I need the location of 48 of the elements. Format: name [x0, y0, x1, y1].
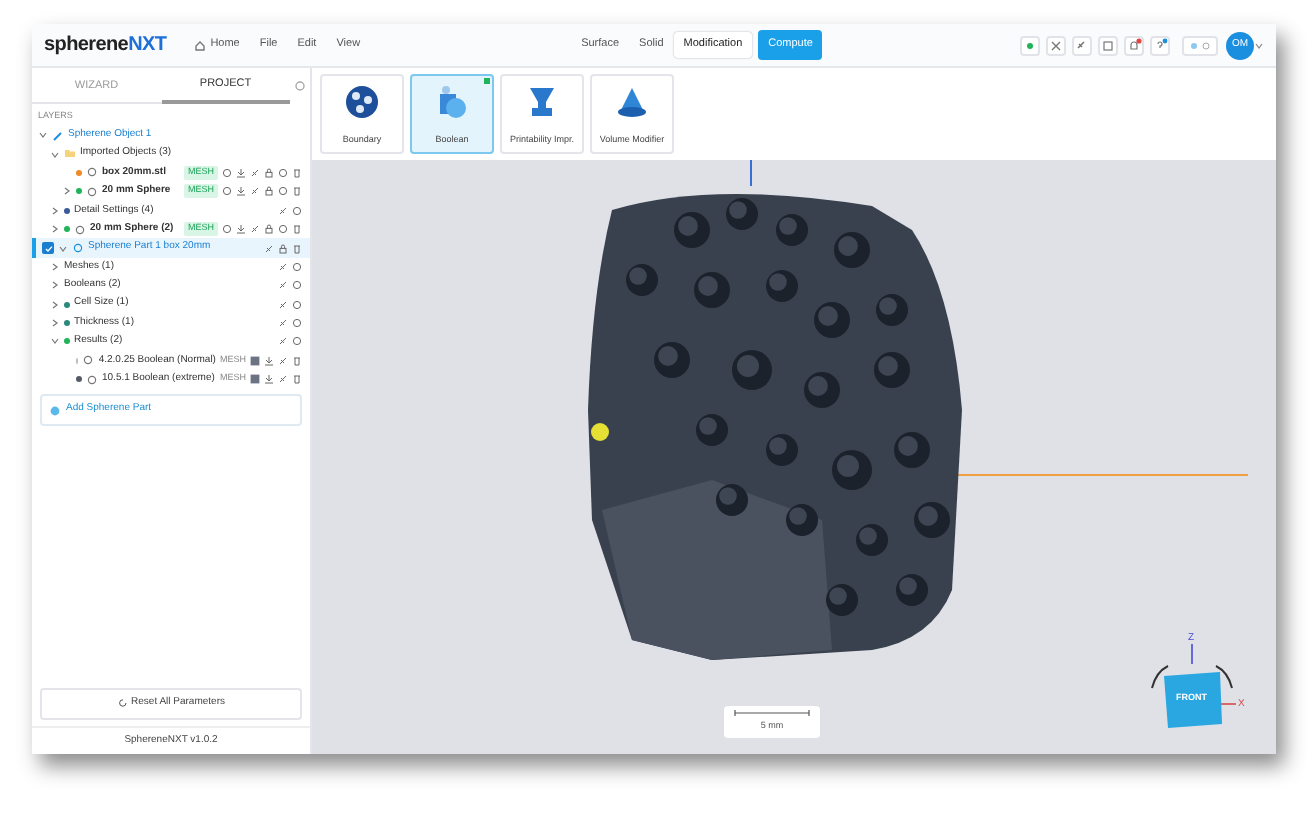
download-icon[interactable] [264, 355, 274, 366]
download-icon[interactable] [264, 374, 274, 385]
chevron-right-icon[interactable] [50, 280, 60, 291]
download-icon[interactable] [236, 186, 246, 197]
plus-circle-icon [50, 405, 60, 416]
home-icon [194, 39, 207, 51]
lock-icon[interactable] [278, 243, 288, 254]
lock-icon[interactable] [264, 224, 274, 235]
chevron-right-icon[interactable] [50, 224, 60, 235]
scale-line-icon [734, 710, 810, 717]
status-dot-icon[interactable] [1022, 37, 1038, 53]
reset-icon [117, 698, 128, 709]
trophy-icon [524, 84, 560, 120]
pivot-point-icon [590, 422, 610, 442]
help-icon[interactable] [1152, 37, 1168, 53]
checkbox[interactable] [42, 242, 54, 255]
chevron-right-icon[interactable] [62, 186, 72, 197]
logo: sphereneNXT [44, 32, 167, 60]
chevron-down-icon[interactable] [38, 130, 48, 141]
lock-icon[interactable] [264, 186, 274, 197]
square-icon[interactable] [250, 355, 260, 366]
trash-icon[interactable] [292, 167, 302, 178]
chevron-down-icon[interactable] [50, 149, 60, 160]
bell-icon[interactable] [1126, 37, 1142, 53]
pencil-icon [52, 129, 64, 142]
download-icon[interactable] [236, 167, 246, 178]
trash-icon[interactable] [292, 243, 302, 254]
active-indicator-icon [484, 78, 490, 84]
folder-icon [64, 148, 76, 161]
chevron-down-icon[interactable] [58, 243, 68, 254]
chevron-down-icon[interactable] [50, 336, 60, 347]
chevron-right-icon[interactable] [50, 318, 60, 329]
caret-icon[interactable] [1254, 41, 1264, 49]
chevron-right-icon[interactable] [50, 205, 60, 216]
download-icon[interactable] [236, 224, 246, 235]
trash-icon[interactable] [292, 355, 302, 366]
trash-icon[interactable] [292, 224, 302, 235]
square-icon[interactable] [250, 374, 260, 385]
trash-icon[interactable] [292, 374, 302, 385]
axis-line [750, 160, 752, 186]
check-icon [43, 243, 53, 254]
theme-toggle-icon[interactable] [1186, 39, 1214, 51]
chevron-right-icon[interactable] [50, 261, 60, 272]
sphere-lattice-icon [344, 84, 380, 120]
chevron-right-icon[interactable] [50, 299, 60, 310]
lock-icon[interactable] [264, 167, 274, 178]
shapes-icon [434, 84, 470, 120]
trash-icon[interactable] [292, 186, 302, 197]
